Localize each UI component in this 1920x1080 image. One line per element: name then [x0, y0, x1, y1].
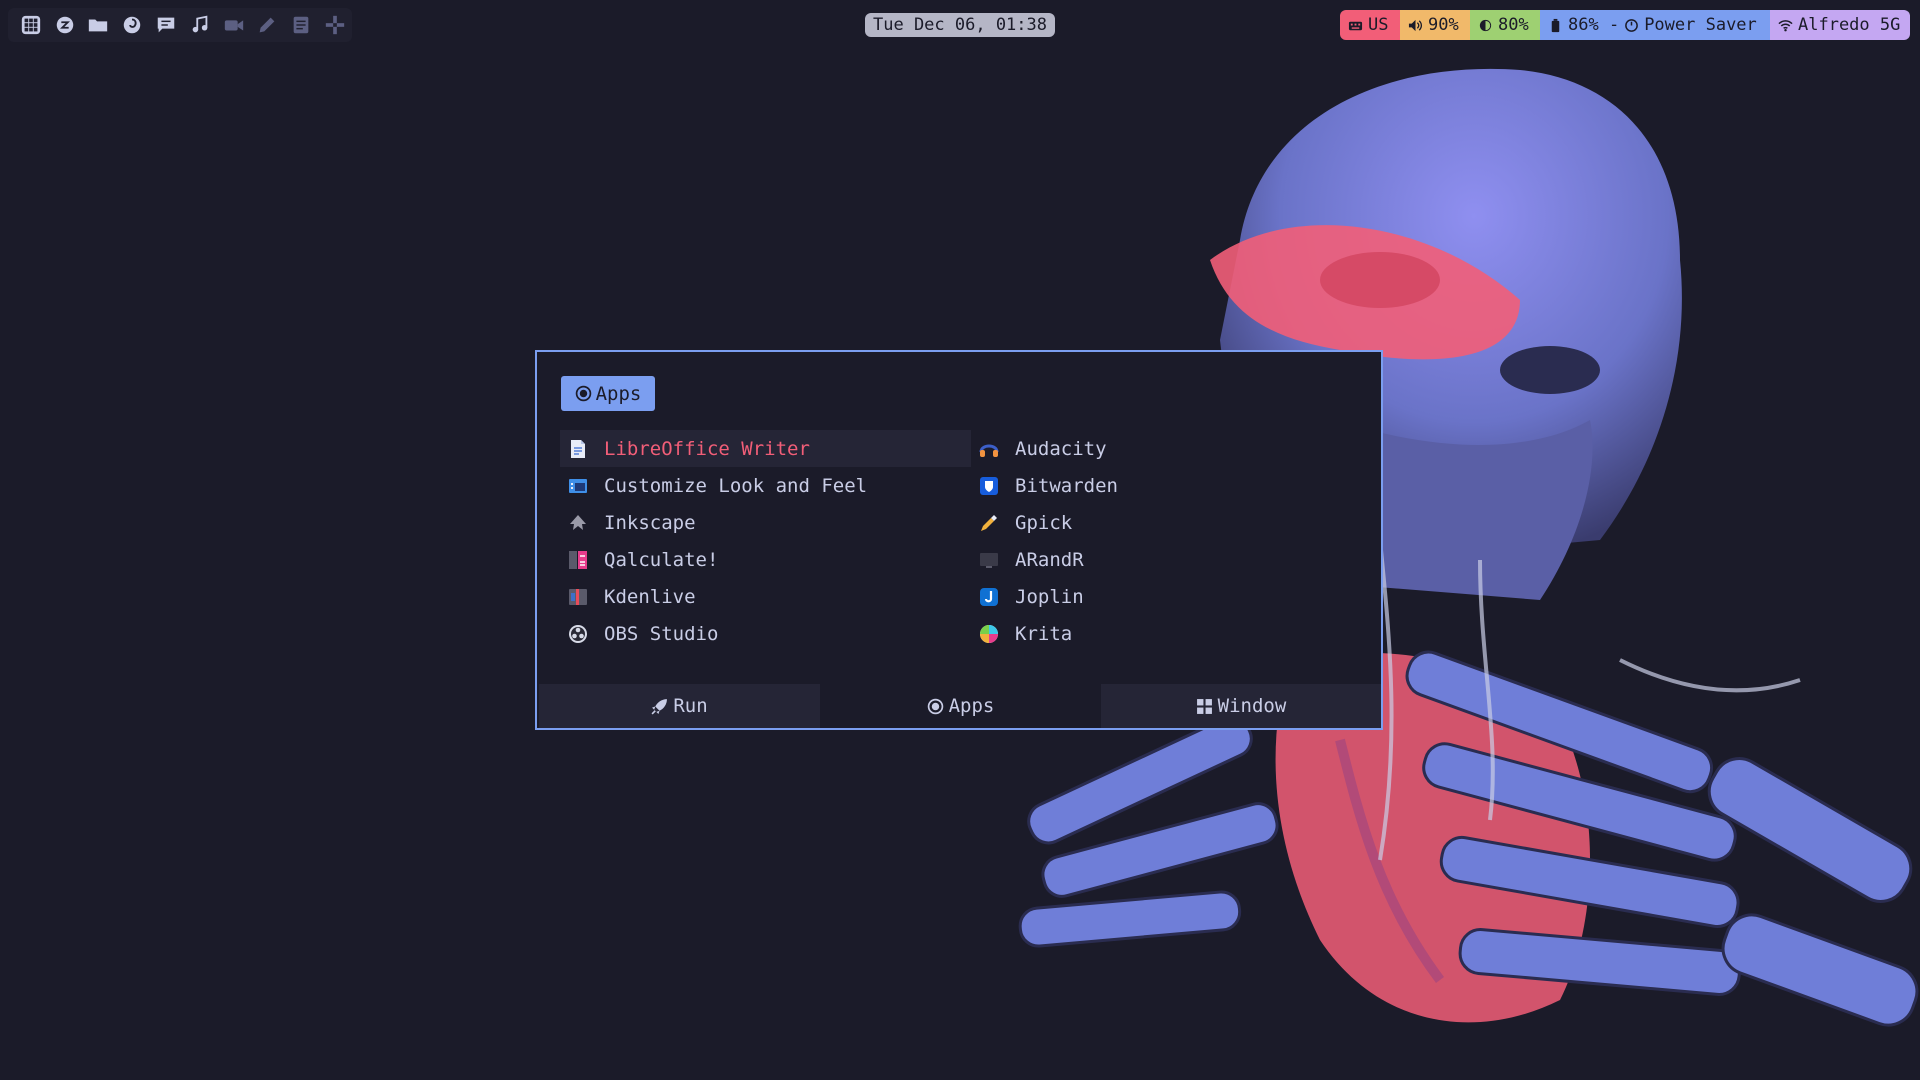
grid-icon[interactable]: [14, 8, 48, 42]
mode-apps-button[interactable]: Apps: [820, 684, 1101, 728]
app-launcher-window: Apps LibreOffice Writer Audacity Customi…: [535, 350, 1383, 730]
mode-indicator: Apps: [561, 376, 655, 411]
app-label: Krita: [1015, 622, 1073, 645]
music-icon[interactable]: [183, 8, 217, 42]
app-item-joplin[interactable]: Joplin: [971, 578, 1360, 615]
mode-run-label: Run: [673, 695, 708, 717]
volume-indicator[interactable]: 90%: [1400, 10, 1470, 40]
app-item-krita[interactable]: Krita: [971, 615, 1360, 652]
app-item-inkscape[interactable]: Inkscape: [560, 504, 971, 541]
desktop: Tue Dec 06, 01:38 US 90% 80% 86% - Power…: [0, 0, 1920, 1080]
krita-icon: [977, 622, 1001, 646]
app-item-qalculate[interactable]: Qalculate!: [560, 541, 971, 578]
keyboard-icon: [1348, 21, 1363, 30]
app-label: OBS Studio: [604, 622, 719, 645]
libreoffice-writer-icon: [566, 437, 590, 461]
qalculate-icon: [566, 548, 590, 572]
document-icon[interactable]: [284, 8, 318, 42]
app-item-audacity[interactable]: Audacity: [971, 430, 1360, 467]
top-bar: Tue Dec 06, 01:38 US 90% 80% 86% - Power…: [0, 0, 1920, 50]
apps-icon: [575, 385, 591, 402]
arandr-icon: [977, 548, 1001, 572]
app-item-gpick[interactable]: Gpick: [971, 504, 1360, 541]
rocket-icon: [651, 698, 668, 715]
firefox-icon[interactable]: [115, 8, 149, 42]
brightness-icon: [1479, 19, 1492, 31]
bitwarden-icon: [977, 474, 1001, 498]
wifi-indicator[interactable]: Alfredo 5G: [1770, 10, 1910, 40]
app-label: Joplin: [1015, 585, 1084, 608]
volume-icon: [1408, 19, 1423, 31]
battery-icon: [1551, 18, 1560, 32]
keyboard-layout[interactable]: US: [1340, 10, 1400, 40]
app-item-customize-look-and-feel[interactable]: Customize Look and Feel: [560, 467, 971, 504]
app-label: Qalculate!: [604, 548, 719, 571]
mode-apps-label: Apps: [948, 695, 995, 717]
wifi-icon: [1778, 19, 1793, 31]
app-item-libreoffice-writer[interactable]: LibreOffice Writer: [560, 430, 971, 467]
chat-icon[interactable]: [149, 8, 183, 42]
brightness-label: 80%: [1498, 15, 1529, 35]
window-grid-icon: [1196, 698, 1212, 714]
gpick-icon: [977, 511, 1001, 535]
brightness-indicator[interactable]: 80%: [1470, 10, 1540, 40]
settings-icon[interactable]: [48, 8, 82, 42]
app-item-kdenlive[interactable]: Kdenlive: [560, 578, 971, 615]
mode-window-label: Window: [1217, 695, 1287, 717]
mode-window-button[interactable]: Window: [1101, 684, 1381, 728]
app-item-arandr[interactable]: ARandR: [971, 541, 1360, 578]
apps-icon: [927, 698, 943, 714]
kdenlive-icon: [566, 585, 590, 609]
status-tray: US 90% 80% 86% - Power Saver Alfredo 5G: [1340, 10, 1910, 40]
app-label: ARandR: [1015, 548, 1084, 571]
obs-icon: [566, 622, 590, 646]
app-label: Customize Look and Feel: [604, 474, 868, 497]
battery-indicator[interactable]: 86% - Power Saver: [1540, 10, 1770, 40]
wifi-label: Alfredo 5G: [1798, 15, 1901, 35]
video-camera-icon[interactable]: [217, 8, 251, 42]
gamepad-icon[interactable]: [318, 8, 352, 42]
folder-icon[interactable]: [82, 8, 116, 42]
keyboard-layout-label: US: [1368, 15, 1389, 35]
app-item-obs-studio[interactable]: OBS Studio: [560, 615, 971, 652]
app-label: LibreOffice Writer: [604, 437, 810, 460]
app-label: Audacity: [1015, 437, 1107, 460]
volume-label: 90%: [1428, 15, 1459, 35]
joplin-icon: [977, 585, 1001, 609]
appearance-icon: [566, 474, 590, 498]
app-label: Inkscape: [604, 511, 696, 534]
inkscape-icon: [566, 511, 590, 535]
pencil-icon[interactable]: [251, 8, 285, 42]
mode-label: Apps: [595, 382, 642, 405]
power-profile-icon: [1625, 18, 1639, 32]
clock[interactable]: Tue Dec 06, 01:38: [865, 13, 1055, 37]
mode-run-button[interactable]: Run: [539, 684, 820, 728]
app-list: LibreOffice Writer Audacity Customize Lo…: [560, 430, 1360, 650]
app-label: Kdenlive: [604, 585, 696, 608]
app-label: Gpick: [1015, 511, 1073, 534]
app-label: Bitwarden: [1015, 474, 1118, 497]
app-item-bitwarden[interactable]: Bitwarden: [971, 467, 1360, 504]
battery-label: 86% -: [1568, 15, 1620, 35]
app-launcher-tray: [8, 8, 352, 42]
audacity-icon: [977, 437, 1001, 461]
power-profile-label: Power Saver: [1644, 15, 1757, 35]
mode-switcher: Run Apps Window: [539, 684, 1381, 728]
